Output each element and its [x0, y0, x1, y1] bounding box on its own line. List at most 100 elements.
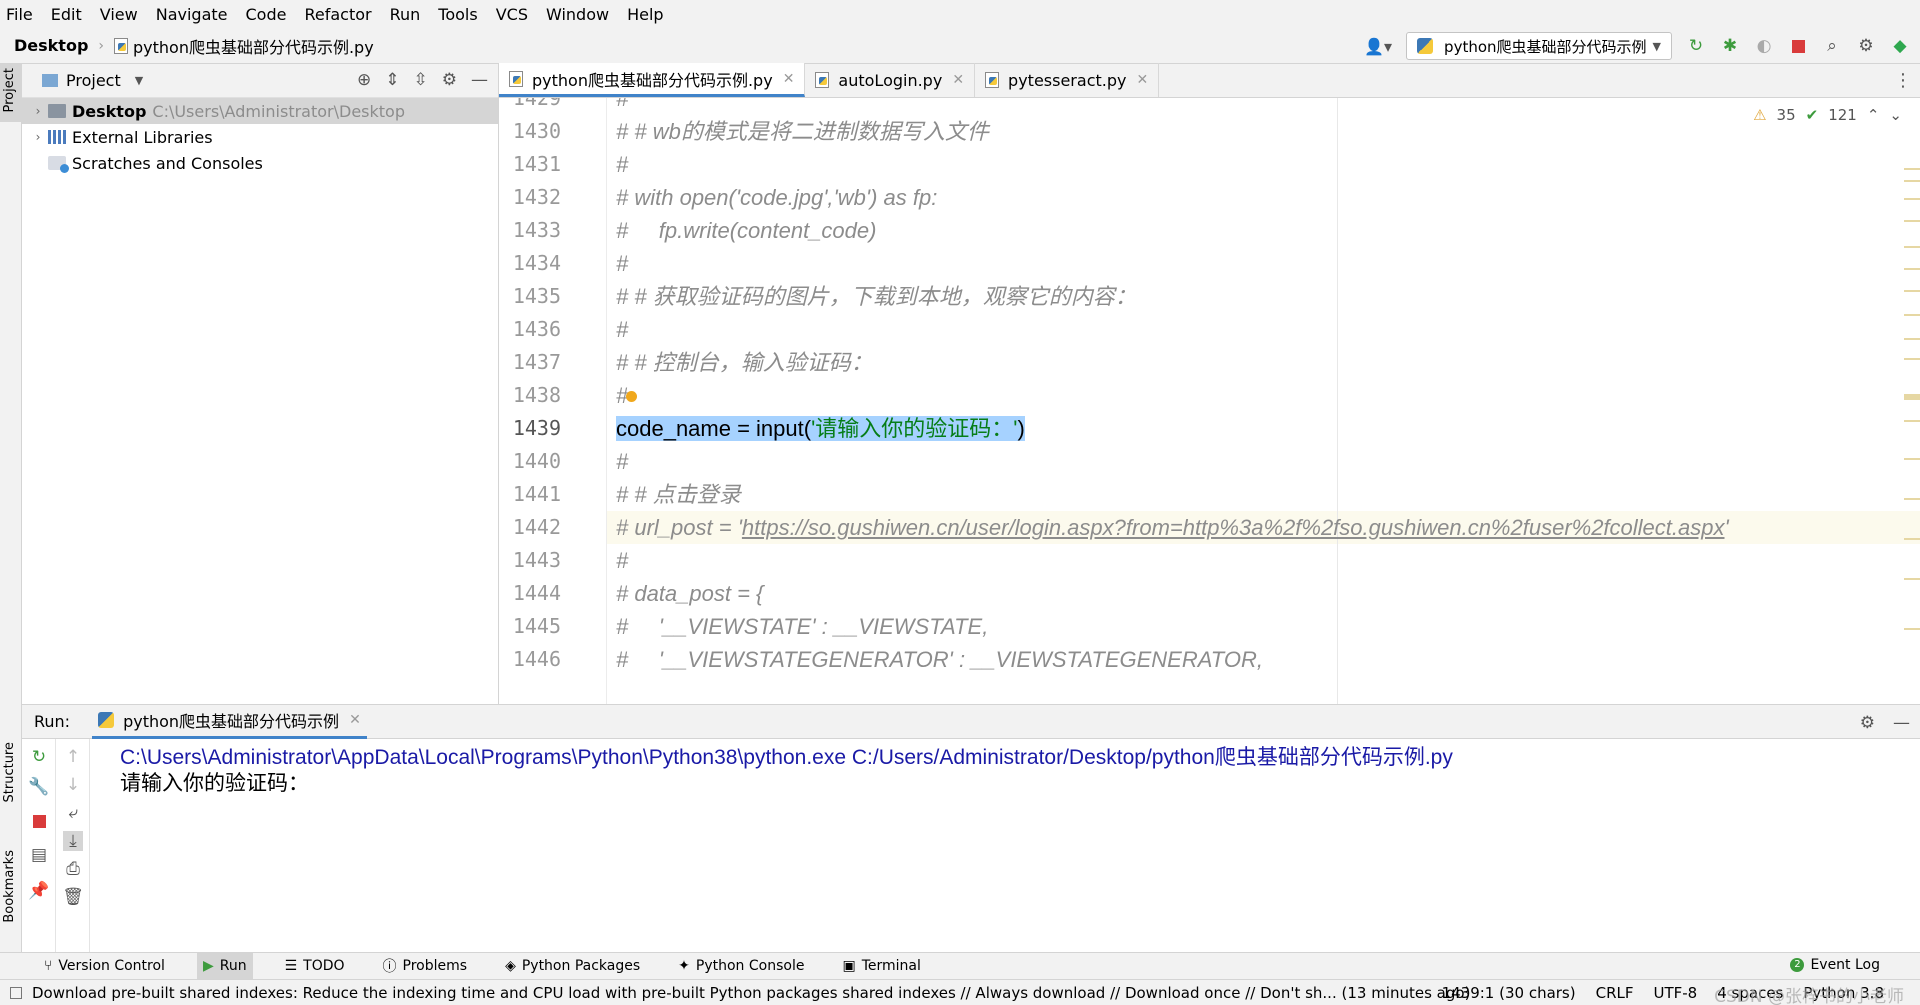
code-selection: code_name = input('请输入你的验证码：') — [616, 416, 1025, 441]
project-tool-button[interactable]: Project — [0, 64, 22, 122]
file-encoding[interactable]: UTF-8 — [1654, 984, 1698, 1002]
breadcrumb-root[interactable]: Desktop — [14, 36, 88, 55]
menu-code[interactable]: Code — [246, 5, 287, 24]
cursor-position[interactable]: 1439:1 (30 chars) — [1442, 984, 1576, 1002]
tree-item-label: External Libraries — [72, 127, 213, 147]
user-icon[interactable]: 👤▾ — [1364, 37, 1392, 56]
wrench-icon[interactable]: 🔧 — [28, 777, 49, 797]
code-url-link[interactable]: https://so.gushiwen.cn/user/login.aspx?f… — [742, 515, 1725, 540]
arrow-up-icon[interactable]: ↑ — [63, 747, 83, 767]
close-icon[interactable]: ✕ — [1136, 72, 1148, 88]
event-log-button[interactable]: 2 Event Log — [1790, 957, 1880, 973]
tree-item-desktop[interactable]: › Desktop C:\Users\Administrator\Desktop — [22, 98, 498, 124]
rerun-icon[interactable]: ↻ — [29, 747, 49, 767]
chevron-up-icon[interactable]: ⌃ — [1867, 106, 1880, 124]
run-tab[interactable]: python爬虫基础部分代码示例 ✕ — [92, 705, 367, 739]
close-icon[interactable]: ✕ — [783, 71, 795, 87]
more-options-icon[interactable]: ⋮ — [1894, 70, 1912, 91]
menu-window[interactable]: Window — [546, 5, 609, 24]
intention-bulb-icon[interactable] — [626, 391, 637, 402]
menu-navigate[interactable]: Navigate — [156, 5, 228, 24]
menu-vcs[interactable]: VCS — [496, 5, 528, 24]
stop-icon[interactable] — [29, 811, 49, 831]
expand-all-icon[interactable]: ⇕ — [385, 70, 399, 90]
inspection-widget[interactable]: ⚠ 35 ✔ 121 ⌃ ⌄ — [1753, 106, 1902, 124]
python-file-icon — [985, 72, 1000, 88]
stop-icon[interactable] — [1788, 36, 1808, 56]
line-number: 1445 — [512, 614, 561, 638]
scroll-to-end-icon[interactable]: ⤓ — [63, 831, 83, 851]
rerun-icon[interactable]: ↻ — [1686, 36, 1706, 56]
tree-item-label: Desktop — [72, 101, 147, 121]
breadcrumb-file[interactable]: python爬虫基础部分代码示例.py — [114, 34, 374, 58]
run-config-selector[interactable]: python爬虫基础部分代码示例 ▼ — [1406, 32, 1672, 60]
print-icon[interactable]: ⎙ — [63, 859, 83, 879]
tab-version-control[interactable]: ⑂ Version Control — [38, 953, 171, 980]
list-icon: ☰ — [284, 958, 298, 974]
gear-icon[interactable]: ⚙ — [442, 70, 457, 90]
menu-refactor[interactable]: Refactor — [304, 5, 371, 24]
minimize-icon[interactable]: — — [1893, 713, 1910, 733]
status-message[interactable]: Download pre-built shared indexes: Reduc… — [32, 984, 1470, 1002]
project-panel-title[interactable]: Project — [66, 71, 121, 90]
line-number: 1435 — [512, 284, 561, 308]
menu-edit[interactable]: Edit — [51, 5, 82, 24]
bookmarks-side-tab[interactable]: Bookmarks — [2, 850, 17, 923]
tree-item-scratches[interactable]: Scratches and Consoles — [22, 150, 498, 176]
minimize-icon[interactable]: — — [471, 70, 488, 90]
collapse-all-icon[interactable]: ⇳ — [414, 70, 428, 90]
code-line: # — [616, 449, 629, 474]
tab-todo[interactable]: ☰ TODO — [279, 953, 351, 980]
status-toggle-icon[interactable] — [10, 986, 22, 999]
menu-help[interactable]: Help — [627, 5, 663, 24]
console-output-line[interactable]: 请输入你的验证码： — [120, 767, 309, 797]
code-text: # url_post = ' — [616, 515, 742, 540]
arrow-down-icon[interactable]: ↓ — [63, 775, 83, 795]
code-editor[interactable]: 1429 1430 1431 1432 1433 1434 1435 1436 … — [499, 98, 1920, 704]
close-icon[interactable]: ✕ — [952, 72, 964, 88]
chevron-down-icon[interactable]: ⌄ — [1889, 106, 1902, 124]
structure-side-tab[interactable]: Structure — [2, 742, 17, 802]
tab-problems[interactable]: ⓘ Problems — [377, 953, 474, 980]
chevron-down-icon[interactable]: ▼ — [135, 74, 143, 87]
line-number: 1446 — [512, 647, 561, 671]
scrollbar-markers[interactable] — [1904, 158, 1920, 698]
menu-run[interactable]: Run — [390, 5, 421, 24]
chevron-right-icon[interactable]: › — [28, 104, 48, 118]
locate-icon[interactable]: ⊕ — [357, 70, 371, 90]
layout-icon[interactable]: ▤ — [29, 845, 49, 865]
plugin-icon[interactable]: ◆ — [1890, 36, 1910, 56]
menu-tools[interactable]: Tools — [438, 5, 477, 24]
editor-tab-autologin[interactable]: autoLogin.py ✕ — [805, 63, 976, 97]
project-view-icon — [42, 74, 58, 87]
line-separator[interactable]: CRLF — [1596, 984, 1634, 1002]
trash-icon[interactable]: 🗑 — [62, 887, 84, 907]
tab-label: Python Console — [695, 958, 805, 974]
coverage-icon[interactable]: ◐ — [1754, 36, 1774, 56]
event-log-label: Event Log — [1810, 957, 1880, 973]
layers-icon: ◈ — [505, 958, 516, 974]
chevron-right-icon[interactable]: › — [28, 130, 48, 144]
code-call: code_name = input( — [616, 416, 812, 441]
close-icon[interactable]: ✕ — [349, 712, 361, 728]
gear-icon[interactable]: ⚙ — [1856, 36, 1876, 56]
pin-icon[interactable]: 📌 — [28, 881, 49, 901]
tab-python-packages[interactable]: ◈ Python Packages — [499, 953, 646, 980]
editor-tab-main[interactable]: python爬虫基础部分代码示例.py ✕ — [499, 63, 806, 97]
menu-view[interactable]: View — [100, 5, 138, 24]
tree-item-external-libraries[interactable]: › External Libraries — [22, 124, 498, 150]
search-icon[interactable]: ⌕ — [1822, 36, 1842, 56]
typo-check-icon: ✔ — [1805, 106, 1819, 124]
run-tab-label: python爬虫基础部分代码示例 — [123, 712, 340, 731]
gear-icon[interactable]: ⚙ — [1860, 713, 1875, 733]
editor-tab-pytesseract[interactable]: pytesseract.py ✕ — [975, 63, 1160, 97]
debug-icon[interactable]: ✱ — [1720, 36, 1740, 56]
tab-terminal[interactable]: ▣ Terminal — [836, 953, 926, 980]
editor-tab-label: autoLogin.py — [838, 70, 943, 90]
scroll-marker — [1904, 220, 1920, 222]
tab-python-console[interactable]: ✦ Python Console — [672, 953, 810, 980]
tab-run[interactable]: ▶ Run — [196, 952, 253, 980]
menu-file[interactable]: File — [6, 5, 33, 24]
branch-icon: ⑂ — [44, 958, 53, 974]
soft-wrap-icon[interactable]: ⤶ — [63, 803, 83, 823]
